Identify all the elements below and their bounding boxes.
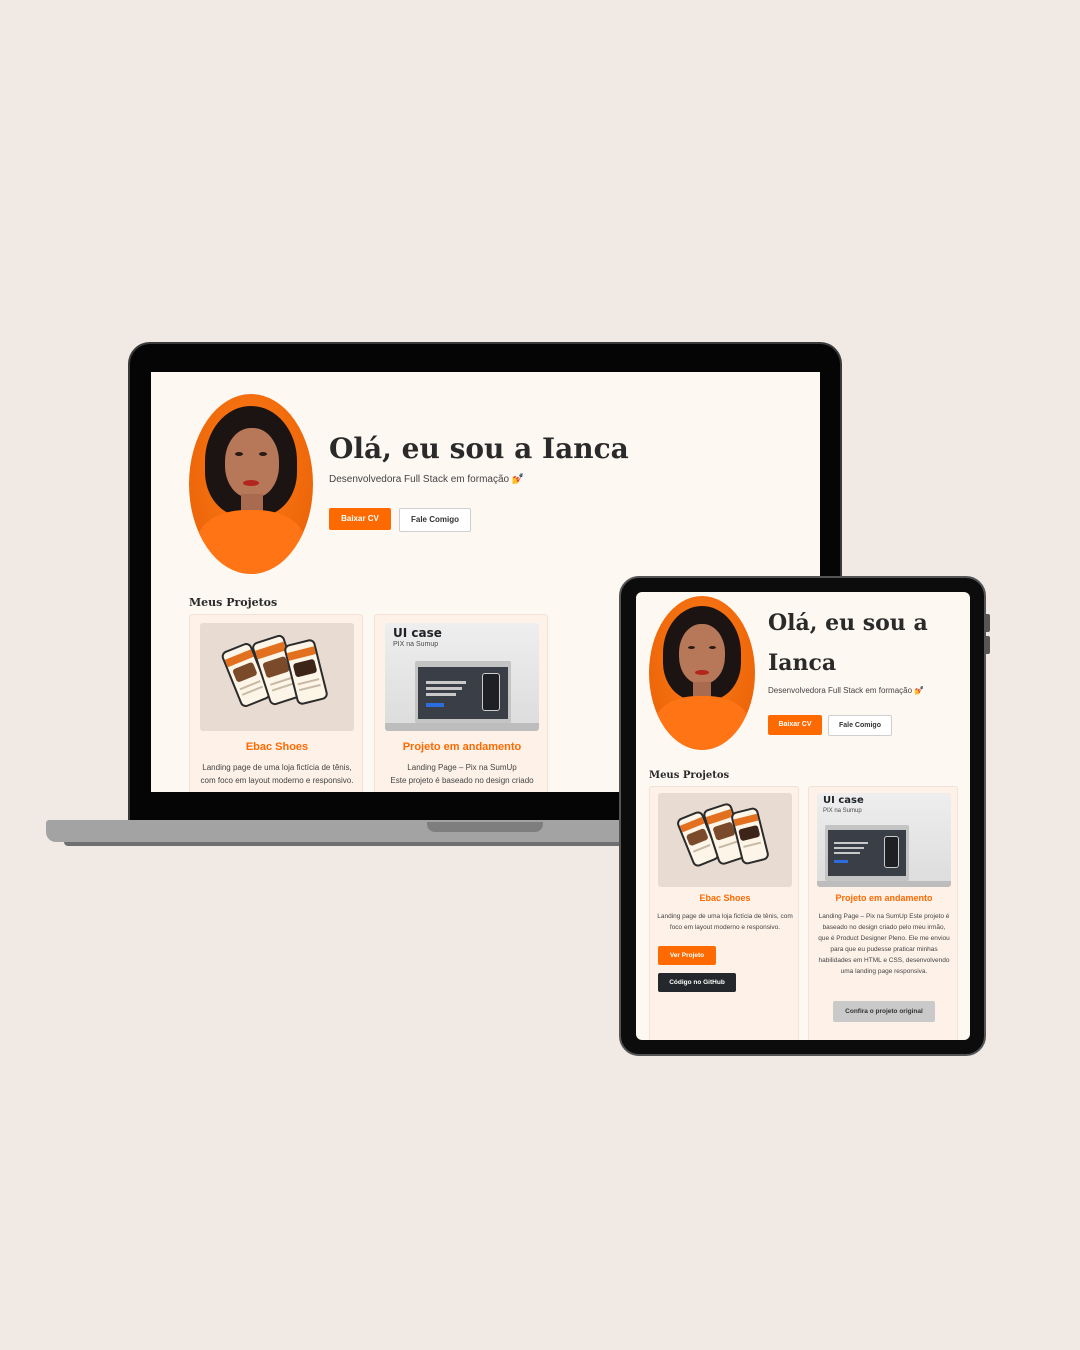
hero-subtitle: Desenvolvedora Full Stack em formação 💅 bbox=[768, 686, 925, 695]
avatar bbox=[189, 394, 313, 574]
download-cv-button[interactable]: Baixar CV bbox=[329, 508, 391, 530]
project-title-ebac-shoes: Ebac Shoes bbox=[245, 741, 309, 753]
ui-case-subtitle: PIX na Sumup bbox=[823, 808, 862, 814]
project-description-ebac-shoes: Landing page de uma loja fictícia de tên… bbox=[657, 913, 793, 931]
project-card-ebac-shoes: Ebac Shoes Landing page de uma loja fict… bbox=[649, 786, 799, 1040]
hero-title: Olá, eu sou a Ianca bbox=[329, 432, 629, 465]
tablet-screen: Olá, eu sou a Ianca Desenvolvedora Full … bbox=[636, 592, 970, 1040]
view-project-button[interactable]: Ver Projeto bbox=[658, 946, 716, 965]
projects-section-title: Meus Projetos bbox=[649, 770, 730, 781]
hero-subtitle: Desenvolvedora Full Stack em formação 💅 bbox=[329, 474, 525, 485]
project-title-in-progress: Projeto em andamento bbox=[835, 893, 933, 903]
tablet-mockup: Olá, eu sou a Ianca Desenvolvedora Full … bbox=[619, 576, 990, 1056]
project-card-in-progress: UI case PIX na Sumup Projeto em andament… bbox=[808, 786, 958, 1040]
project-description-ebac-shoes: Landing page de uma loja fictícia de tên… bbox=[200, 763, 354, 785]
original-project-button[interactable]: Confira o projeto original bbox=[833, 1001, 935, 1022]
hero-title-line1: Olá, eu sou a bbox=[768, 610, 928, 636]
projects-section-title: Meus Projetos bbox=[189, 596, 278, 609]
project-title-in-progress: Projeto em andamento bbox=[402, 741, 522, 753]
download-cv-button[interactable]: Baixar CV bbox=[768, 715, 822, 735]
project-description-in-progress-line2: Este projeto é baseado no design criado bbox=[390, 776, 534, 785]
hero-title-line2: Ianca bbox=[768, 650, 837, 676]
project-description-in-progress: Landing Page – Pix na SumUp Este projeto… bbox=[818, 913, 950, 975]
avatar bbox=[649, 596, 755, 750]
project-image-ebac-shoes bbox=[658, 793, 792, 887]
github-code-button[interactable]: Código no GitHub bbox=[658, 973, 736, 992]
contact-button[interactable]: Fale Comigo bbox=[828, 715, 892, 736]
project-card-ebac-shoes: Ebac Shoes Landing page de uma loja fict… bbox=[189, 614, 363, 792]
contact-button[interactable]: Fale Comigo bbox=[399, 508, 471, 532]
laptop-notch bbox=[427, 822, 543, 832]
project-description-in-progress: Landing Page – Pix na SumUp bbox=[407, 763, 517, 772]
ui-case-subtitle: PIX na Sumup bbox=[393, 641, 439, 648]
project-image-ui-case: UI case PIX na Sumup bbox=[385, 623, 539, 731]
ui-case-title: UI case bbox=[823, 795, 864, 806]
ui-case-title: UI case bbox=[393, 626, 442, 640]
project-image-ebac-shoes bbox=[200, 623, 354, 731]
project-card-in-progress: UI case PIX na Sumup Projeto em andament… bbox=[374, 614, 548, 792]
project-image-ui-case: UI case PIX na Sumup bbox=[817, 793, 951, 887]
project-title-ebac-shoes: Ebac Shoes bbox=[699, 893, 751, 903]
